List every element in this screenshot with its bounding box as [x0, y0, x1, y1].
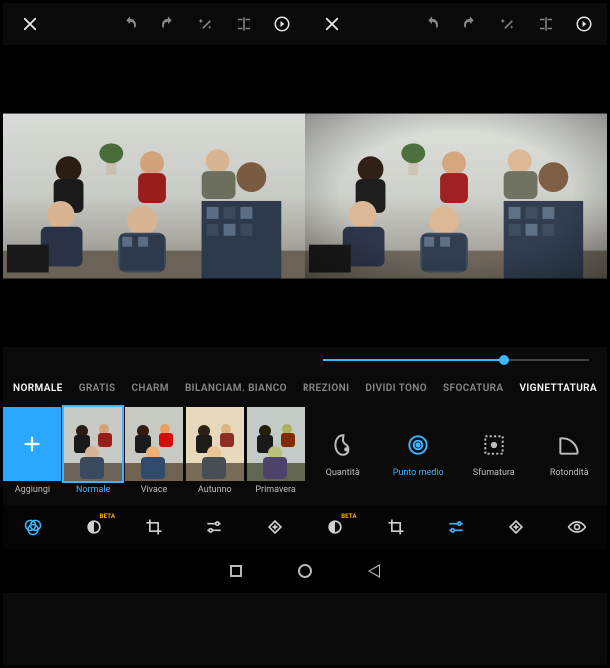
category-tab-bilanciam-bianco[interactable]: BILANCIAM. BIANCO — [185, 383, 287, 394]
category-tab-dividi-tono[interactable]: DIVIDI TONO — [365, 383, 427, 394]
nav-recents[interactable] — [230, 565, 242, 577]
redo-icon[interactable] — [159, 15, 177, 33]
category-tab-charm[interactable]: CHARM — [131, 383, 168, 394]
plus-icon — [3, 407, 61, 481]
compare-icon[interactable] — [235, 15, 253, 33]
option-icon — [481, 432, 507, 458]
preset-normale[interactable]: Normale — [64, 407, 123, 495]
preset-autunno[interactable]: Autunno — [185, 407, 244, 495]
option-label: Quantità — [326, 468, 360, 478]
preset-label: Primavera — [255, 485, 295, 495]
preset-thumb — [64, 407, 122, 481]
image-canvas[interactable] — [3, 45, 607, 347]
adjust-tool-icon[interactable] — [446, 517, 466, 537]
presets-tool-icon[interactable] — [23, 517, 43, 537]
nav-back[interactable] — [368, 564, 380, 578]
magic-wand-icon[interactable] — [499, 15, 517, 33]
preset-label: Vivace — [141, 485, 168, 495]
android-navbar — [3, 549, 607, 593]
beta-badge: BETA — [100, 513, 116, 520]
option-label: Sfumatura — [473, 468, 515, 478]
option-icon — [556, 432, 582, 458]
preset-thumb — [125, 407, 183, 481]
option-sfumatura[interactable]: Sfumatura — [459, 432, 529, 478]
undo-icon[interactable] — [423, 15, 441, 33]
option-rotondit-[interactable]: Rotondità — [534, 432, 604, 478]
undo-icon[interactable] — [121, 15, 139, 33]
beta-badge: BETA — [341, 513, 357, 520]
slider-thumb[interactable] — [499, 355, 509, 365]
option-quantit-[interactable]: Quantità — [308, 432, 378, 478]
light-tool-icon[interactable]: BETA — [325, 517, 345, 537]
heal-tool-icon[interactable] — [265, 517, 285, 537]
redeye-tool-icon[interactable] — [567, 517, 587, 537]
option-icon — [330, 432, 356, 458]
option-label: Punto medio — [393, 468, 444, 478]
crop-tool-icon[interactable] — [144, 517, 164, 537]
preset-label: Autunno — [198, 485, 232, 495]
preset-label: Normale — [76, 485, 110, 495]
close-icon[interactable] — [323, 15, 341, 33]
category-tab-gratis[interactable]: GRATIS — [79, 383, 116, 394]
preview-left — [3, 113, 305, 279]
crop-tool-icon[interactable] — [386, 517, 406, 537]
apply-icon[interactable] — [575, 15, 593, 33]
add-preset-label: Aggiungi — [15, 485, 50, 495]
vignette-slider[interactable] — [305, 347, 607, 373]
nav-home[interactable] — [298, 564, 312, 578]
light-tool-icon[interactable]: BETA — [84, 517, 104, 537]
preset-primavera[interactable]: Primavera — [246, 407, 305, 495]
close-icon[interactable] — [21, 15, 39, 33]
magic-wand-icon[interactable] — [197, 15, 215, 33]
category-tab-sfocatura[interactable]: SFOCATURA — [443, 383, 503, 394]
slider-fill — [323, 359, 504, 361]
redo-icon[interactable] — [461, 15, 479, 33]
option-icon — [405, 432, 431, 458]
preset-thumb — [186, 407, 244, 481]
add-preset[interactable]: Aggiungi — [3, 407, 62, 495]
option-punto-medio[interactable]: Punto medio — [383, 432, 453, 478]
category-tab-correzioni[interactable]: CORREZIONI — [305, 383, 349, 394]
apply-icon[interactable] — [273, 15, 291, 33]
adjust-tool-icon[interactable] — [204, 517, 224, 537]
category-tab-vignettatura[interactable]: VIGNETTATURA — [520, 383, 598, 394]
option-label: Rotondità — [550, 468, 589, 478]
heal-tool-icon[interactable] — [506, 517, 526, 537]
preset-vivace[interactable]: Vivace — [125, 407, 184, 495]
category-tab-normale[interactable]: NORMALE — [13, 383, 63, 394]
preset-thumb — [247, 407, 305, 481]
preview-right — [305, 113, 607, 279]
compare-icon[interactable] — [537, 15, 555, 33]
